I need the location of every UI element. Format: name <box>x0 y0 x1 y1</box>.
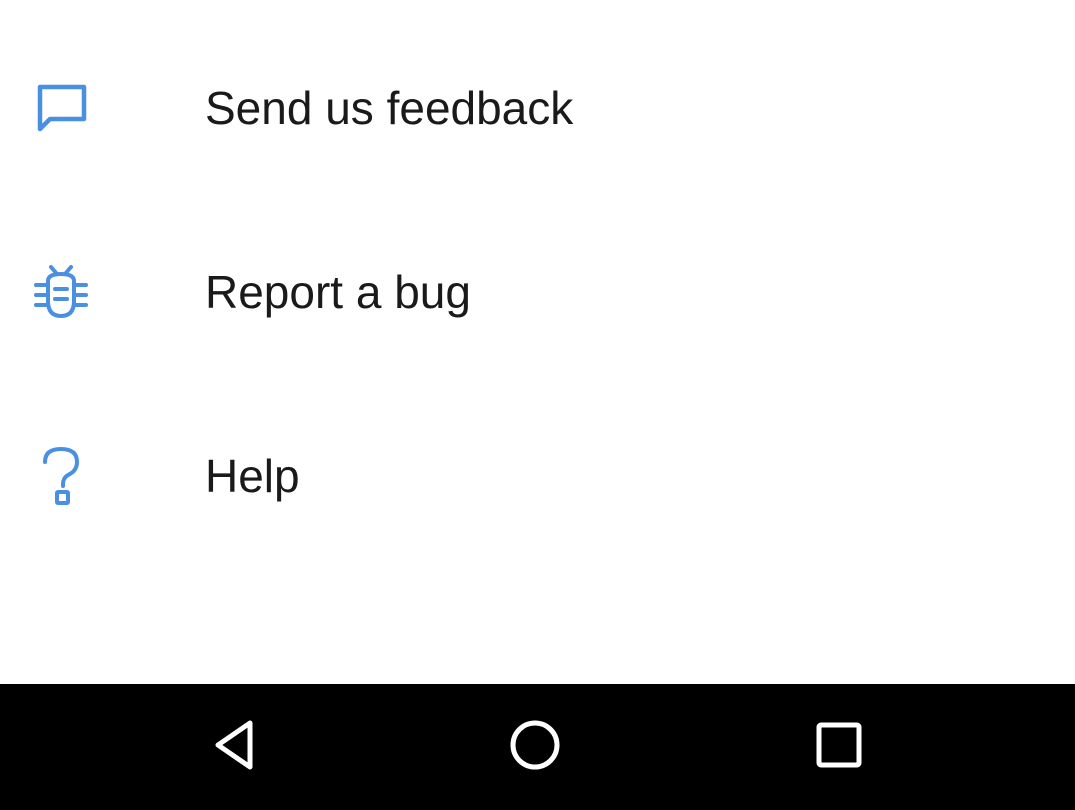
menu-item-label: Help <box>205 450 300 502</box>
menu-item-label: Send us feedback <box>205 82 574 134</box>
bug-icon <box>30 261 92 323</box>
back-icon <box>210 719 260 776</box>
navigation-bar <box>0 684 1075 810</box>
menu-list: Send us feedback Report a bug Help <box>0 0 1075 684</box>
menu-item-send-feedback[interactable]: Send us feedback <box>0 16 1075 200</box>
recents-icon <box>815 721 863 774</box>
back-button[interactable] <box>175 684 295 810</box>
screen: Send us feedback Report a bug Help <box>0 0 1075 810</box>
home-icon <box>508 718 562 777</box>
recents-button[interactable] <box>779 684 899 810</box>
home-button[interactable] <box>475 684 595 810</box>
feedback-icon <box>30 77 92 139</box>
menu-item-report-bug[interactable]: Report a bug <box>0 200 1075 384</box>
menu-item-help[interactable]: Help <box>0 384 1075 568</box>
menu-item-label: Report a bug <box>205 266 471 318</box>
help-icon <box>30 445 92 507</box>
